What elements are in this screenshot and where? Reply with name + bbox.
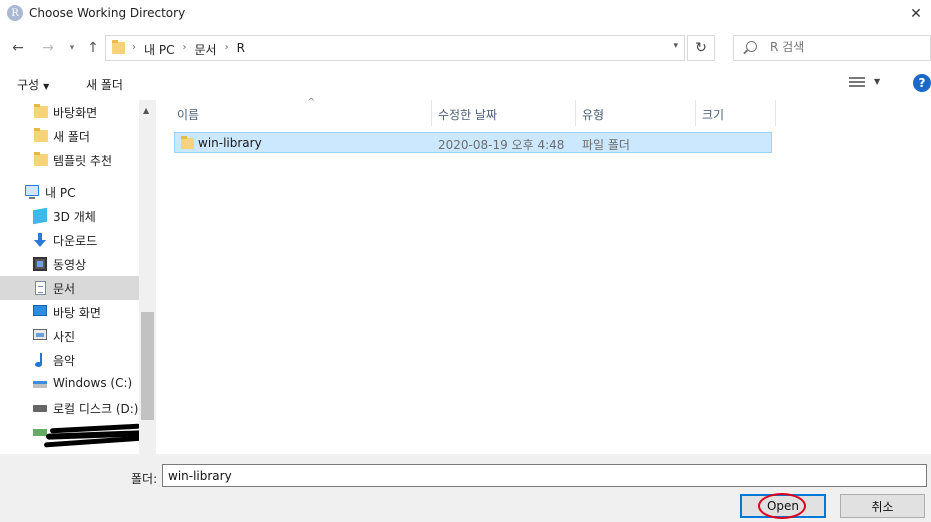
nav-item-label: 템플릿 추천 <box>53 154 113 168</box>
refresh-button[interactable]: ↻ <box>687 35 715 61</box>
back-arrow-icon[interactable]: ← <box>8 38 28 58</box>
refresh-icon: ↻ <box>695 40 707 56</box>
forward-arrow-icon[interactable]: → <box>38 38 58 58</box>
title-bar: R Choose Working Directory ✕ <box>0 0 931 28</box>
nav-item-drive-c[interactable]: Windows (C:) <box>0 372 139 396</box>
scroll-up-icon[interactable]: ▲ <box>143 106 149 115</box>
drive-icon <box>33 405 47 412</box>
search-box[interactable] <box>733 35 931 61</box>
r-app-icon: R <box>7 5 23 21</box>
computer-icon <box>25 185 39 199</box>
video-icon <box>33 257 47 271</box>
nav-item-pictures[interactable]: 사진 <box>0 324 139 348</box>
nav-item-documents[interactable]: 문서 <box>0 276 139 300</box>
chevron-right-icon[interactable]: › <box>225 41 229 58</box>
nav-item-label: 음악 <box>53 354 76 368</box>
download-icon <box>33 233 47 247</box>
nav-item-label: 바탕화면 <box>53 106 98 120</box>
new-folder-button[interactable]: 새 폴더 <box>86 76 123 93</box>
nav-item-downloads[interactable]: 다운로드 <box>0 228 139 252</box>
help-button[interactable]: ? <box>913 74 931 92</box>
up-arrow-icon[interactable]: ↑ <box>83 38 103 58</box>
nav-item-desktop-folder[interactable]: 바탕화면 <box>0 100 139 124</box>
nav-item-label: 문서 <box>53 282 76 296</box>
nav-item-templates[interactable]: 템플릿 추천 <box>0 148 139 172</box>
drive-icon <box>33 381 47 388</box>
search-input[interactable] <box>770 40 920 54</box>
close-button[interactable]: ✕ <box>901 0 931 28</box>
breadcrumb-item-documents[interactable]: 문서 <box>194 41 216 58</box>
open-button[interactable]: Open <box>740 493 826 519</box>
column-header-date[interactable]: 수정한 날짜 <box>432 100 576 126</box>
search-icon <box>746 41 757 52</box>
folder-icon <box>34 104 48 118</box>
table-row[interactable]: win-library 2020-08-19 오후 4:48 파일 폴더 <box>174 132 772 153</box>
pictures-icon <box>33 329 47 340</box>
nav-item-3d-objects[interactable]: 3D 개체 <box>0 204 139 228</box>
redaction-scribble <box>43 423 145 448</box>
folder-icon <box>34 128 48 142</box>
column-header-label: 크기 <box>702 108 725 122</box>
recent-locations-chevron-icon[interactable]: ▾ <box>62 38 82 58</box>
column-header-type[interactable]: 유형 <box>576 100 696 126</box>
column-header-label: 이름 <box>177 108 200 122</box>
folder-icon <box>181 136 194 149</box>
nav-item-videos[interactable]: 동영상 <box>0 252 139 276</box>
nav-item-label: 내 PC <box>45 186 76 200</box>
navigation-pane: 바탕화면 새 폴더 템플릿 추천 내 PC 3D 개체 다운로드 동영상 문서 … <box>0 100 156 454</box>
navigation-scrollbar[interactable]: ▲ <box>139 100 156 454</box>
nav-item-label: 바탕 화면 <box>53 306 101 320</box>
nav-item-music[interactable]: 음악 <box>0 348 139 372</box>
scrollbar-thumb[interactable] <box>141 312 154 420</box>
file-name: win-library <box>198 136 262 150</box>
cancel-button[interactable]: 취소 <box>840 494 925 518</box>
nav-item-label: 동영상 <box>53 258 87 272</box>
breadcrumb-item-pc[interactable]: 내 PC <box>144 41 174 58</box>
file-date: 2020-08-19 오후 4:48 <box>438 138 565 152</box>
nav-item-drive-d[interactable]: 로컬 디스크 (D:) <box>0 396 139 420</box>
nav-item-this-pc[interactable]: 내 PC <box>0 180 139 204</box>
command-bar: 구성 ▼ 새 폴더 ▼ ? <box>0 70 931 98</box>
nav-item-label: 사진 <box>53 330 76 344</box>
window-title: Choose Working Directory <box>29 6 186 20</box>
3d-objects-icon <box>33 207 47 225</box>
nav-item-label: 새 폴더 <box>53 130 90 144</box>
chevron-down-icon: ▼ <box>43 82 50 91</box>
nav-item-desktop[interactable]: 바탕 화면 <box>0 300 139 324</box>
folder-icon <box>34 152 48 166</box>
column-header-label: 유형 <box>582 108 605 122</box>
folder-icon <box>112 40 125 54</box>
breadcrumb-item-r[interactable]: R <box>237 41 245 58</box>
file-type: 파일 폴더 <box>582 138 630 152</box>
chevron-right-icon[interactable]: › <box>132 41 136 58</box>
folder-field-label: 폴더: <box>131 472 158 486</box>
documents-icon <box>35 281 46 295</box>
view-options-icon[interactable] <box>849 77 865 89</box>
organize-label: 구성 <box>17 78 40 92</box>
chevron-right-icon[interactable]: › <box>182 41 186 58</box>
nav-item-new-folder[interactable]: 새 폴더 <box>0 124 139 148</box>
column-header-name[interactable]: ^ 이름 <box>171 97 432 126</box>
nav-item-label: 3D 개체 <box>53 210 96 224</box>
chevron-down-icon[interactable]: ▼ <box>874 77 880 86</box>
nav-item-label: 다운로드 <box>53 234 98 248</box>
nav-item-label: Windows (C:) <box>53 376 133 390</box>
chevron-down-icon[interactable]: ▾ <box>673 41 678 51</box>
music-icon <box>33 353 47 367</box>
folder-name-input[interactable] <box>162 464 927 487</box>
column-header-size[interactable]: 크기 <box>696 100 776 126</box>
red-annotation-circle <box>758 493 806 519</box>
desktop-icon <box>33 305 47 316</box>
file-list: ^ 이름 수정한 날짜 유형 크기 win-library 2020-08-19… <box>160 97 931 454</box>
breadcrumb: › 내 PC › 문서 › R <box>132 41 245 58</box>
nav-item-label: 로컬 디스크 (D:) <box>53 402 139 416</box>
dialog-footer: 폴더: Open 취소 <box>0 454 931 522</box>
address-bar[interactable]: › 내 PC › 문서 › R ▾ <box>105 35 685 61</box>
sort-ascending-icon: ^ <box>307 97 316 108</box>
column-header-label: 수정한 날짜 <box>438 108 498 122</box>
organize-button[interactable]: 구성 ▼ <box>17 76 49 93</box>
address-row: ← → ▾ ↑ › 내 PC › 문서 › R ▾ ↻ <box>0 32 931 64</box>
